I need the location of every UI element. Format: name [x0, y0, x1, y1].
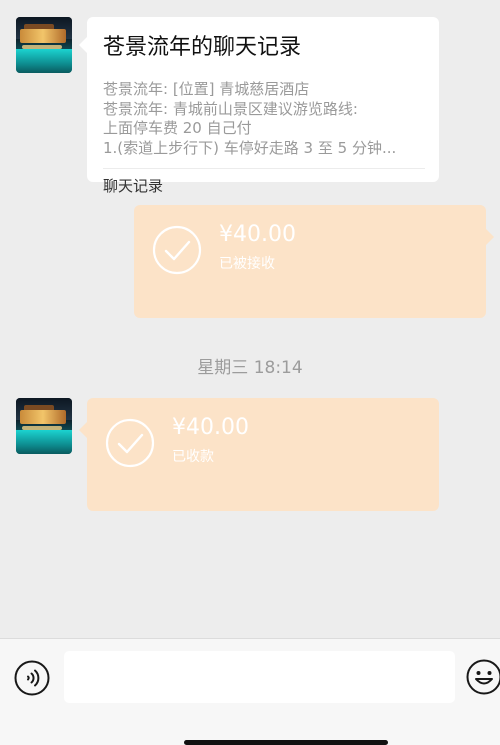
contact-avatar[interactable]: [16, 17, 72, 73]
chat-screen: 苍景流年的聊天记录 苍景流年: [位置] 青城慈居酒店 苍景流年: 青城前山景区…: [0, 0, 500, 745]
check-circle-icon: [152, 225, 202, 275]
transfer-bubble-received[interactable]: ¥40.00 已收款: [79, 398, 439, 511]
contact-avatar[interactable]: [16, 398, 72, 454]
card-divider: [103, 168, 425, 169]
check-circle-icon: [105, 418, 155, 468]
chat-record-preview: 苍景流年: [位置] 青城慈居酒店 苍景流年: 青城前山景区建议游览路线: 上面…: [103, 80, 428, 158]
chat-record-line: 苍景流年: [位置] 青城慈居酒店: [103, 80, 310, 98]
message-timestamp: 星期三 18:14: [197, 358, 303, 378]
message-input[interactable]: [64, 651, 455, 703]
transfer-bubble-sent[interactable]: ¥40.00 已被接收: [134, 205, 494, 318]
chat-record-line: 苍景流年: 青城前山景区建议游览路线:: [103, 99, 358, 118]
chat-record-footer: 聊天记录: [103, 177, 164, 195]
chat-record-card[interactable]: 苍景流年的聊天记录 苍景流年: [位置] 青城慈居酒店 苍景流年: 青城前山景区…: [79, 17, 439, 195]
transfer-amount: ¥40.00: [172, 415, 249, 440]
emoji-icon[interactable]: [466, 659, 500, 695]
input-bar: [0, 638, 500, 745]
transfer-status: 已收款: [172, 449, 214, 465]
chat-record-title: 苍景流年的聊天记录: [103, 35, 302, 60]
transfer-amount: ¥40.00: [219, 222, 296, 247]
chat-record-line: 1.(索道上步行下) 车停好走路 3 至 5 分钟...: [103, 138, 397, 157]
voice-icon[interactable]: [14, 660, 50, 696]
transfer-status: 已被接收: [219, 256, 275, 272]
chat-record-line: 上面停车费 20 自己付: [103, 119, 252, 137]
home-indicator: [184, 740, 388, 745]
